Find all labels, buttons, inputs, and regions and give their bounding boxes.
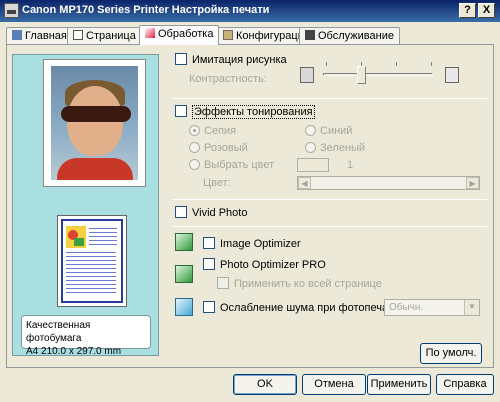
tab-main[interactable]: Главная (6, 27, 73, 44)
profiles-icon (223, 30, 233, 40)
vivid-photo-checkbox[interactable]: Vivid Photo (175, 206, 247, 219)
radio-sepia[interactable]: Сепия (189, 125, 236, 137)
contrast-label: Контрастность: (189, 73, 267, 85)
slider-tick (431, 62, 432, 66)
separator (172, 226, 487, 227)
media-type: Качественная фотобумага (26, 320, 91, 344)
media-info: Качественная фотобумага A4 210.0 x 297.0… (21, 315, 151, 357)
image-optimizer-check[interactable] (203, 237, 215, 249)
apply-button[interactable]: Применить (367, 374, 431, 395)
toning-effects-checkbox[interactable]: Эффекты тонирования (175, 105, 315, 119)
radio-blue[interactable]: Синий (305, 125, 352, 137)
printer-icon (4, 3, 19, 18)
radio-pink-dot[interactable] (189, 142, 200, 153)
photo-optimizer-icon (175, 265, 193, 283)
vivid-photo-check[interactable] (175, 206, 187, 218)
toning-effects-check[interactable] (175, 105, 187, 117)
cancel-button[interactable]: Отмена (302, 374, 366, 395)
close-button[interactable]: X (478, 3, 495, 18)
apply-all-page-check[interactable] (217, 277, 229, 289)
slider-tick (326, 62, 327, 66)
photo-optimizer-checkbox[interactable]: Photo Optimizer PRO (203, 258, 326, 271)
help-button[interactable]: Справка (436, 374, 494, 395)
color-value: 1 (347, 159, 354, 171)
contrast-high-icon (445, 67, 459, 83)
title-bar: Canon MP170 Series Printer Настройка печ… (0, 0, 500, 22)
radio-sepia-dot[interactable] (189, 125, 200, 136)
chevron-down-icon[interactable]: ▼ (464, 300, 479, 315)
separator (172, 98, 487, 99)
radio-select-color-dot[interactable] (189, 159, 200, 170)
defaults-button[interactable]: По умолч. (420, 343, 482, 364)
radio-select-color[interactable]: Выбрать цвет (189, 159, 274, 171)
scroll-right-arrow-icon[interactable]: ▶ (466, 177, 479, 189)
simulate-illustration-check[interactable] (175, 53, 187, 65)
maintenance-icon (305, 30, 315, 40)
radio-green[interactable]: Зеленый (305, 142, 365, 154)
apply-all-page-checkbox[interactable]: Применить ко всей странице (217, 277, 382, 290)
help-title-button[interactable]: ? (459, 3, 476, 18)
noise-reduction-icon (175, 298, 193, 316)
photo-optimizer-check[interactable] (203, 258, 215, 270)
window-title: Canon MP170 Series Printer Настройка печ… (22, 4, 270, 16)
noise-reduction-check[interactable] (203, 301, 215, 313)
scroll-left-arrow-icon[interactable]: ◀ (298, 177, 311, 189)
contrast-slider-thumb[interactable] (357, 66, 366, 84)
color-swatch[interactable] (297, 158, 329, 172)
effects-icon (145, 28, 155, 38)
simulate-illustration-checkbox[interactable]: Имитация рисунка (175, 53, 287, 66)
image-optimizer-checkbox[interactable]: Image Optimizer (203, 237, 301, 250)
noise-reduction-checkbox[interactable]: Ослабление шума при фотопечати (203, 301, 399, 314)
radio-blue-dot[interactable] (305, 125, 316, 136)
page-icon (73, 30, 83, 40)
color-scrollbar[interactable]: ◀ ▶ (297, 176, 480, 190)
contrast-low-icon (300, 67, 314, 83)
sample-photo (51, 66, 138, 180)
ok-button[interactable]: OK (233, 374, 297, 395)
main-icon (12, 30, 22, 40)
paper-size: A4 210.0 x 297.0 mm (26, 346, 122, 357)
noise-level-select[interactable]: Обычн. ▼ (384, 299, 480, 316)
radio-pink[interactable]: Розовый (189, 142, 248, 154)
contrast-slider-track[interactable] (323, 73, 433, 76)
tab-page[interactable]: Страница (67, 27, 142, 44)
preview-area: Качественная фотобумага A4 210.0 x 297.0… (12, 54, 159, 357)
separator (172, 199, 487, 200)
image-optimizer-icon (175, 233, 193, 251)
slider-tick (396, 62, 397, 66)
color-label: Цвет: (203, 177, 231, 189)
tab-effects[interactable]: Обработка (139, 25, 220, 45)
photo-preview (43, 59, 146, 187)
page-layout-preview (57, 215, 127, 307)
tab-maintenance[interactable]: Обслуживание (299, 27, 400, 44)
radio-green-dot[interactable] (305, 142, 316, 153)
